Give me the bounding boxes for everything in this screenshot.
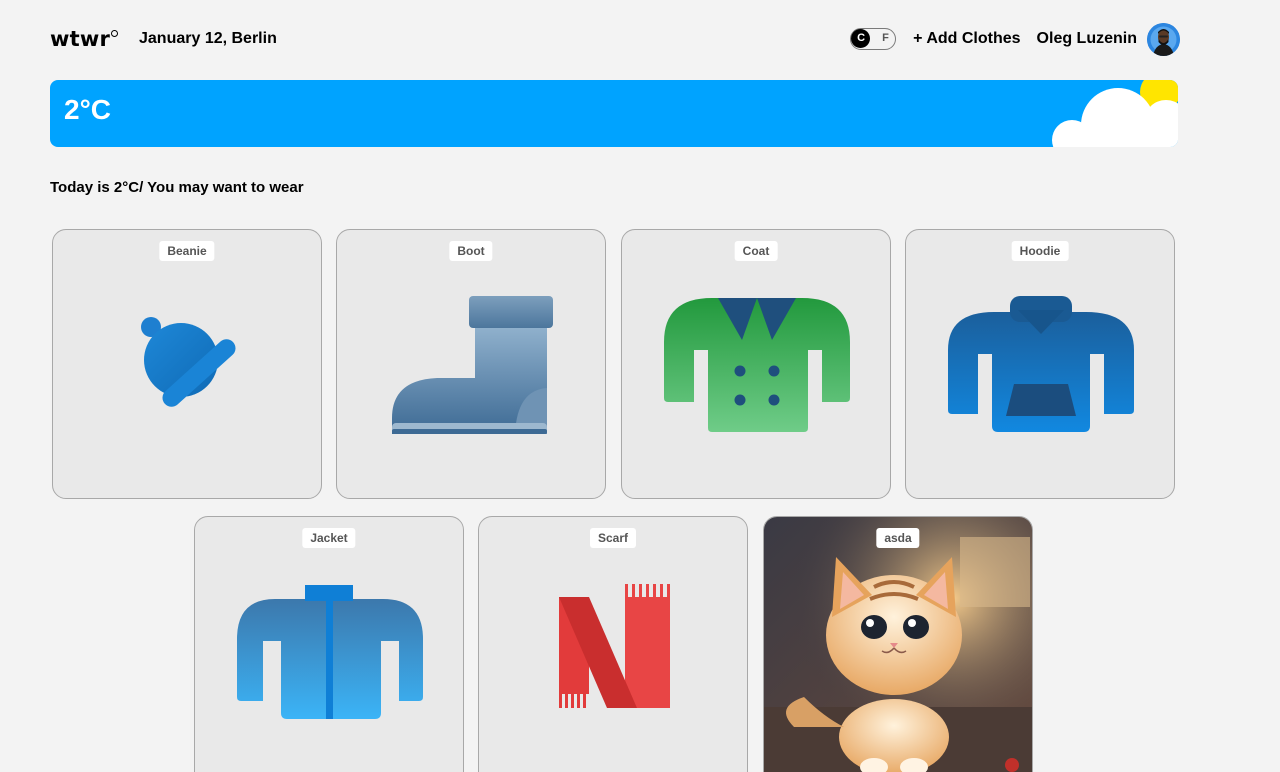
recommendation-text: Today is 2°C/ You may want to wear (50, 179, 304, 196)
jacket-icon (237, 585, 423, 719)
clothing-card-jacket[interactable]: Jacket (194, 516, 464, 772)
page: wtwr January 12, Berlin C F + Add Clothe… (0, 0, 1280, 772)
card-label: Scarf (589, 528, 637, 548)
card-label: Jacket (302, 528, 356, 548)
coat-icon (664, 298, 850, 432)
clothing-card-coat[interactable]: Coat (621, 229, 891, 499)
header: wtwr January 12, Berlin C F + Add Clothe… (50, 20, 1180, 58)
avatar[interactable] (1147, 22, 1180, 56)
clothing-card-asda[interactable]: asda (763, 516, 1033, 772)
logo-degree-icon (111, 30, 118, 37)
temperature-unit-toggle[interactable]: C F (850, 28, 897, 50)
add-clothes-button[interactable]: + Add Clothes (913, 30, 1020, 48)
logo[interactable]: wtwr (50, 27, 118, 51)
hoodie-icon (948, 296, 1134, 432)
card-label: Coat (734, 241, 778, 261)
sun-cloud-icon (1052, 80, 1178, 147)
toggle-f-label: F (882, 32, 889, 44)
clothing-card-scarf[interactable]: Scarf (478, 516, 748, 772)
clothing-card-boot[interactable]: Boot (336, 229, 606, 499)
card-label: asda (876, 528, 920, 548)
avatar-image (1147, 22, 1180, 56)
card-label: Beanie (159, 241, 215, 261)
kitten-image (764, 517, 1032, 772)
card-label: Boot (449, 241, 493, 261)
clothing-card-beanie[interactable]: Beanie (52, 229, 322, 499)
clothing-card-hoodie[interactable]: Hoodie (905, 229, 1175, 499)
username[interactable]: Oleg Luzenin (1037, 30, 1137, 48)
boot-icon (392, 296, 553, 434)
logo-text: wtwr (50, 27, 110, 51)
card-label: Hoodie (1011, 241, 1069, 261)
temperature: 2°C (64, 94, 111, 125)
weather-banner: 2°C (50, 80, 1178, 147)
date-location: January 12, Berlin (139, 30, 277, 47)
beanie-icon (141, 317, 236, 407)
toggle-c-label: C (857, 32, 866, 44)
scarf-icon (559, 584, 670, 708)
